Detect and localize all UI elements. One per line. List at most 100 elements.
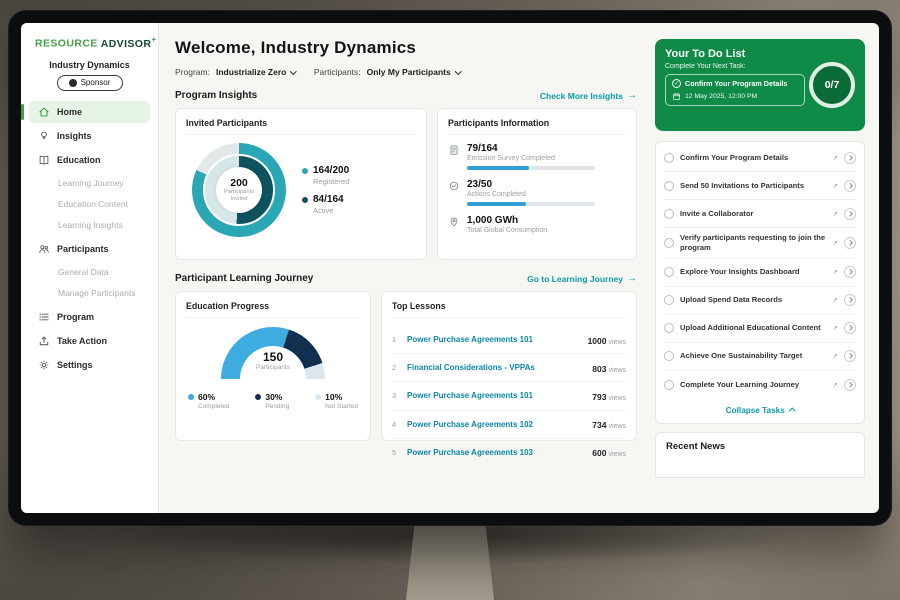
task-list-card: Confirm Your Program Details ↗ Send 50 I… [655,141,865,424]
sidebar-item-general-data[interactable]: General Data [21,262,158,283]
task-checkbox[interactable] [664,380,674,390]
sidebar-item-take-action[interactable]: Take Action [29,330,150,352]
action-upload-icon [38,335,50,347]
task-row-invite-collaborator[interactable]: Invite a Collaborator ↗ [664,200,856,228]
sidebar-item-participants[interactable]: Participants [29,238,150,260]
main-content: Welcome, Industry Dynamics Program: Indu… [159,23,647,513]
monitor-bezel: RESOURCEADVISOR+ Industry Dynamics Spons… [8,10,892,526]
chevron-right-icon[interactable] [844,294,856,306]
lesson-link[interactable]: Power Purchase Agreements 101 [407,391,586,400]
app-window: RESOURCEADVISOR+ Industry Dynamics Spons… [21,23,879,513]
legend-item-active: 84/164 Active [302,194,349,215]
calendar-icon [672,92,681,101]
chevron-right-icon[interactable] [844,266,856,278]
task-checkbox[interactable] [664,153,674,163]
education-legend-dot [188,394,194,400]
sidebar-item-label: Settings [57,360,93,370]
gauge-center: 150 Participants [221,350,325,371]
sidebar-item-home[interactable]: Home [29,101,150,123]
program-select[interactable]: Industrialize Zero [216,67,296,77]
task-row-complete-learning-journey[interactable]: Complete Your Learning Journey ↗ [664,371,856,399]
chevron-right-icon[interactable] [844,152,856,164]
donut-center: 200 Participants Invited [216,167,262,213]
sidebar-item-learning-journey[interactable]: Learning Journey [21,173,158,194]
task-checkbox[interactable] [664,181,674,191]
task-checkbox[interactable] [664,238,674,248]
lesson-link[interactable]: Financial Considerations - VPPAs [407,363,586,372]
org-name: Industry Dynamics [21,60,158,70]
chevron-right-icon[interactable] [844,237,856,249]
education-gauge-chart: 150 Participants [221,327,325,379]
people-icon [38,243,50,255]
external-link-icon: ↗ [833,182,838,190]
go-to-learning-journey-link[interactable]: Go to Learning Journey→ [527,274,637,284]
sidebar-item-label: Education [57,155,101,165]
todo-title: Your To Do List [665,48,855,60]
task-row-upload-spend-data[interactable]: Upload Spend Data Records ↗ [664,287,856,315]
sidebar-item-learning-insights[interactable]: Learning Insights [21,215,158,236]
sidebar-item-manage-participants[interactable]: Manage Participants [21,283,158,304]
sponsor-icon [69,79,77,87]
task-row-send-invitations[interactable]: Send 50 Invitations to Participants ↗ [664,172,856,200]
chevron-right-icon[interactable] [844,180,856,192]
card-title: Invited Participants [186,118,416,135]
sidebar-item-insights[interactable]: Insights [29,125,150,147]
task-checkbox[interactable] [664,209,674,219]
card-title: Participants Information [448,118,626,135]
check-icon: ✓ [672,79,681,88]
arrow-right-icon: → [627,91,637,101]
participants-select[interactable]: Only My Participants [367,67,461,77]
lesson-row: 5 Power Purchase Agreements 103 600views [392,439,626,466]
task-row-confirm-details[interactable]: Confirm Your Program Details ↗ [664,144,856,172]
task-checkbox[interactable] [664,351,674,361]
lesson-row: 4 Power Purchase Agreements 102 734views [392,411,626,439]
next-task-box[interactable]: ✓ Confirm Your Program Details 12 May 20… [665,74,805,106]
external-link-icon: ↗ [833,154,838,162]
learning-journey-header: Participant Learning Journey Go to Learn… [175,273,637,284]
chevron-right-icon[interactable] [844,322,856,334]
info-progress-fill [467,166,529,170]
lesson-link[interactable]: Power Purchase Agreements 103 [407,448,586,457]
external-link-icon: ↗ [833,268,838,276]
sidebar-item-education-content[interactable]: Education Content [21,194,158,215]
lesson-link[interactable]: Power Purchase Agreements 102 [407,420,586,429]
task-checkbox[interactable] [664,323,674,333]
due-date: 12 May 2025, 12:00 PM [685,93,757,100]
invited-legend-dot [302,197,308,203]
collapse-tasks-link[interactable]: Collapse Tasks [664,399,856,420]
logo-primary: RESOURCE [35,38,98,50]
info-row-survey: 79/164 Emission Survey Completed [448,143,626,170]
program-filter-label: Program: [175,67,210,77]
recent-news-title: Recent News [666,441,854,452]
survey-icon [448,144,460,156]
task-checkbox[interactable] [664,295,674,305]
sponsor-badge[interactable]: Sponsor [57,75,123,91]
task-row-upload-educational-content[interactable]: Upload Additional Educational Content ↗ [664,315,856,343]
external-link-icon: ↗ [833,296,838,304]
chevron-right-icon[interactable] [844,379,856,391]
monitor-stand [406,522,494,600]
task-row-achieve-target[interactable]: Achieve One Sustainability Target ↗ [664,343,856,371]
task-row-explore-insights[interactable]: Explore Your Insights Dashboard ↗ [664,259,856,287]
sidebar-item-label: Participants [57,244,109,254]
chevron-right-icon[interactable] [844,350,856,362]
info-row-actions: 23/50 Actions Completed [448,179,626,206]
chevron-right-icon[interactable] [844,208,856,220]
todo-progress-ring: 0/7 [809,62,855,108]
participants-information-card: Participants Information 79/164 Emission… [437,108,637,260]
home-icon [38,106,50,118]
external-link-icon: ↗ [833,381,838,389]
education-progress-card: Education Progress 150 Participants [175,291,371,441]
sidebar-item-label: Insights [57,131,92,141]
legend-item-completed: 60% Completed [188,392,229,410]
legend-item-not-started: 10% Not Started [315,392,358,410]
actions-check-icon [448,180,460,192]
sidebar-item-education[interactable]: Education [29,149,150,171]
task-row-verify-participants[interactable]: Verify participants requesting to join t… [664,228,856,259]
task-checkbox[interactable] [664,267,674,277]
sidebar-item-program[interactable]: Program [29,306,150,328]
check-more-insights-link[interactable]: Check More Insights→ [540,91,637,101]
sidebar-item-settings[interactable]: Settings [29,354,150,376]
invited-donut-chart: 200 Participants Invited [192,143,286,237]
lesson-link[interactable]: Power Purchase Agreements 101 [407,335,582,344]
